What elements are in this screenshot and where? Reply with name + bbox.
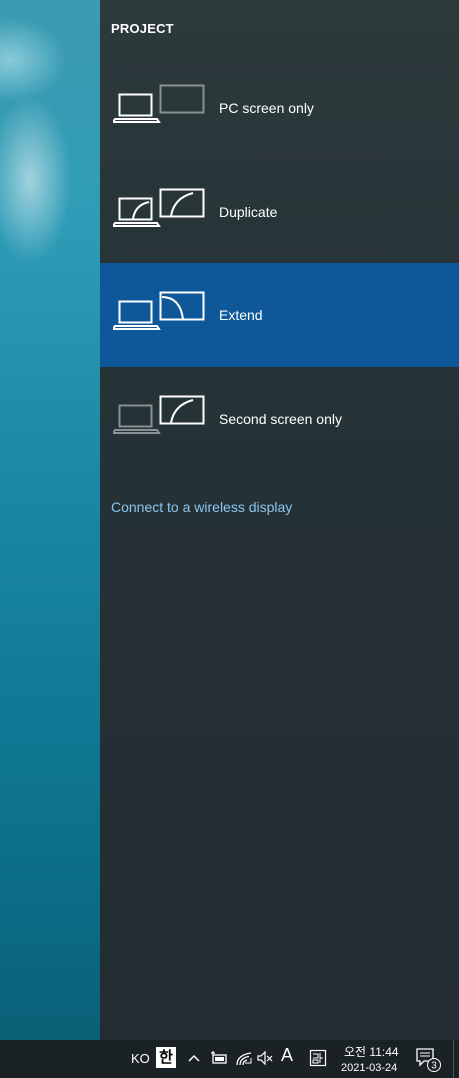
taskbar: KO 한 A 오전 11:44 2021-03-24 3 — [0, 1040, 459, 1078]
language-indicator[interactable]: KO — [131, 1051, 150, 1066]
pane-title: PROJECT — [111, 21, 174, 36]
ime-pad-icon[interactable] — [309, 1049, 327, 1067]
clock-time[interactable]: 오전 11:44 — [344, 1043, 404, 1060]
desktop-wallpaper — [0, 0, 100, 1040]
option-label: Second screen only — [219, 411, 342, 427]
show-desktop-button[interactable] — [453, 1040, 454, 1078]
show-hidden-icons-chevron-icon[interactable] — [187, 1048, 201, 1068]
notification-count: 3 — [431, 1061, 437, 1072]
option-duplicate[interactable]: Duplicate — [100, 160, 459, 264]
battery-plugged-icon[interactable] — [210, 1050, 228, 1066]
ime-mode-indicator[interactable]: 한 — [156, 1047, 176, 1068]
connect-wireless-display-link[interactable]: Connect to a wireless display — [111, 499, 292, 515]
second-screen-only-icon — [113, 395, 205, 434]
extend-icon — [113, 291, 205, 330]
option-label: PC screen only — [219, 100, 314, 116]
project-pane: PROJECT PC screen only Duplicate Extend — [100, 0, 459, 1040]
volume-muted-icon[interactable] — [256, 1049, 274, 1067]
option-label: Extend — [219, 307, 263, 323]
font-indicator[interactable]: A — [281, 1045, 293, 1066]
pc-screen-only-icon — [113, 84, 205, 123]
action-center-icon[interactable]: 3 — [415, 1047, 443, 1073]
duplicate-icon — [113, 188, 205, 227]
wifi-icon[interactable] — [235, 1049, 253, 1067]
clock-date[interactable]: 2021-03-24 — [341, 1062, 403, 1074]
option-pc-screen-only[interactable]: PC screen only — [100, 56, 459, 160]
option-label: Duplicate — [219, 204, 278, 220]
option-extend[interactable]: Extend — [100, 263, 459, 367]
option-second-screen-only[interactable]: Second screen only — [100, 367, 459, 471]
